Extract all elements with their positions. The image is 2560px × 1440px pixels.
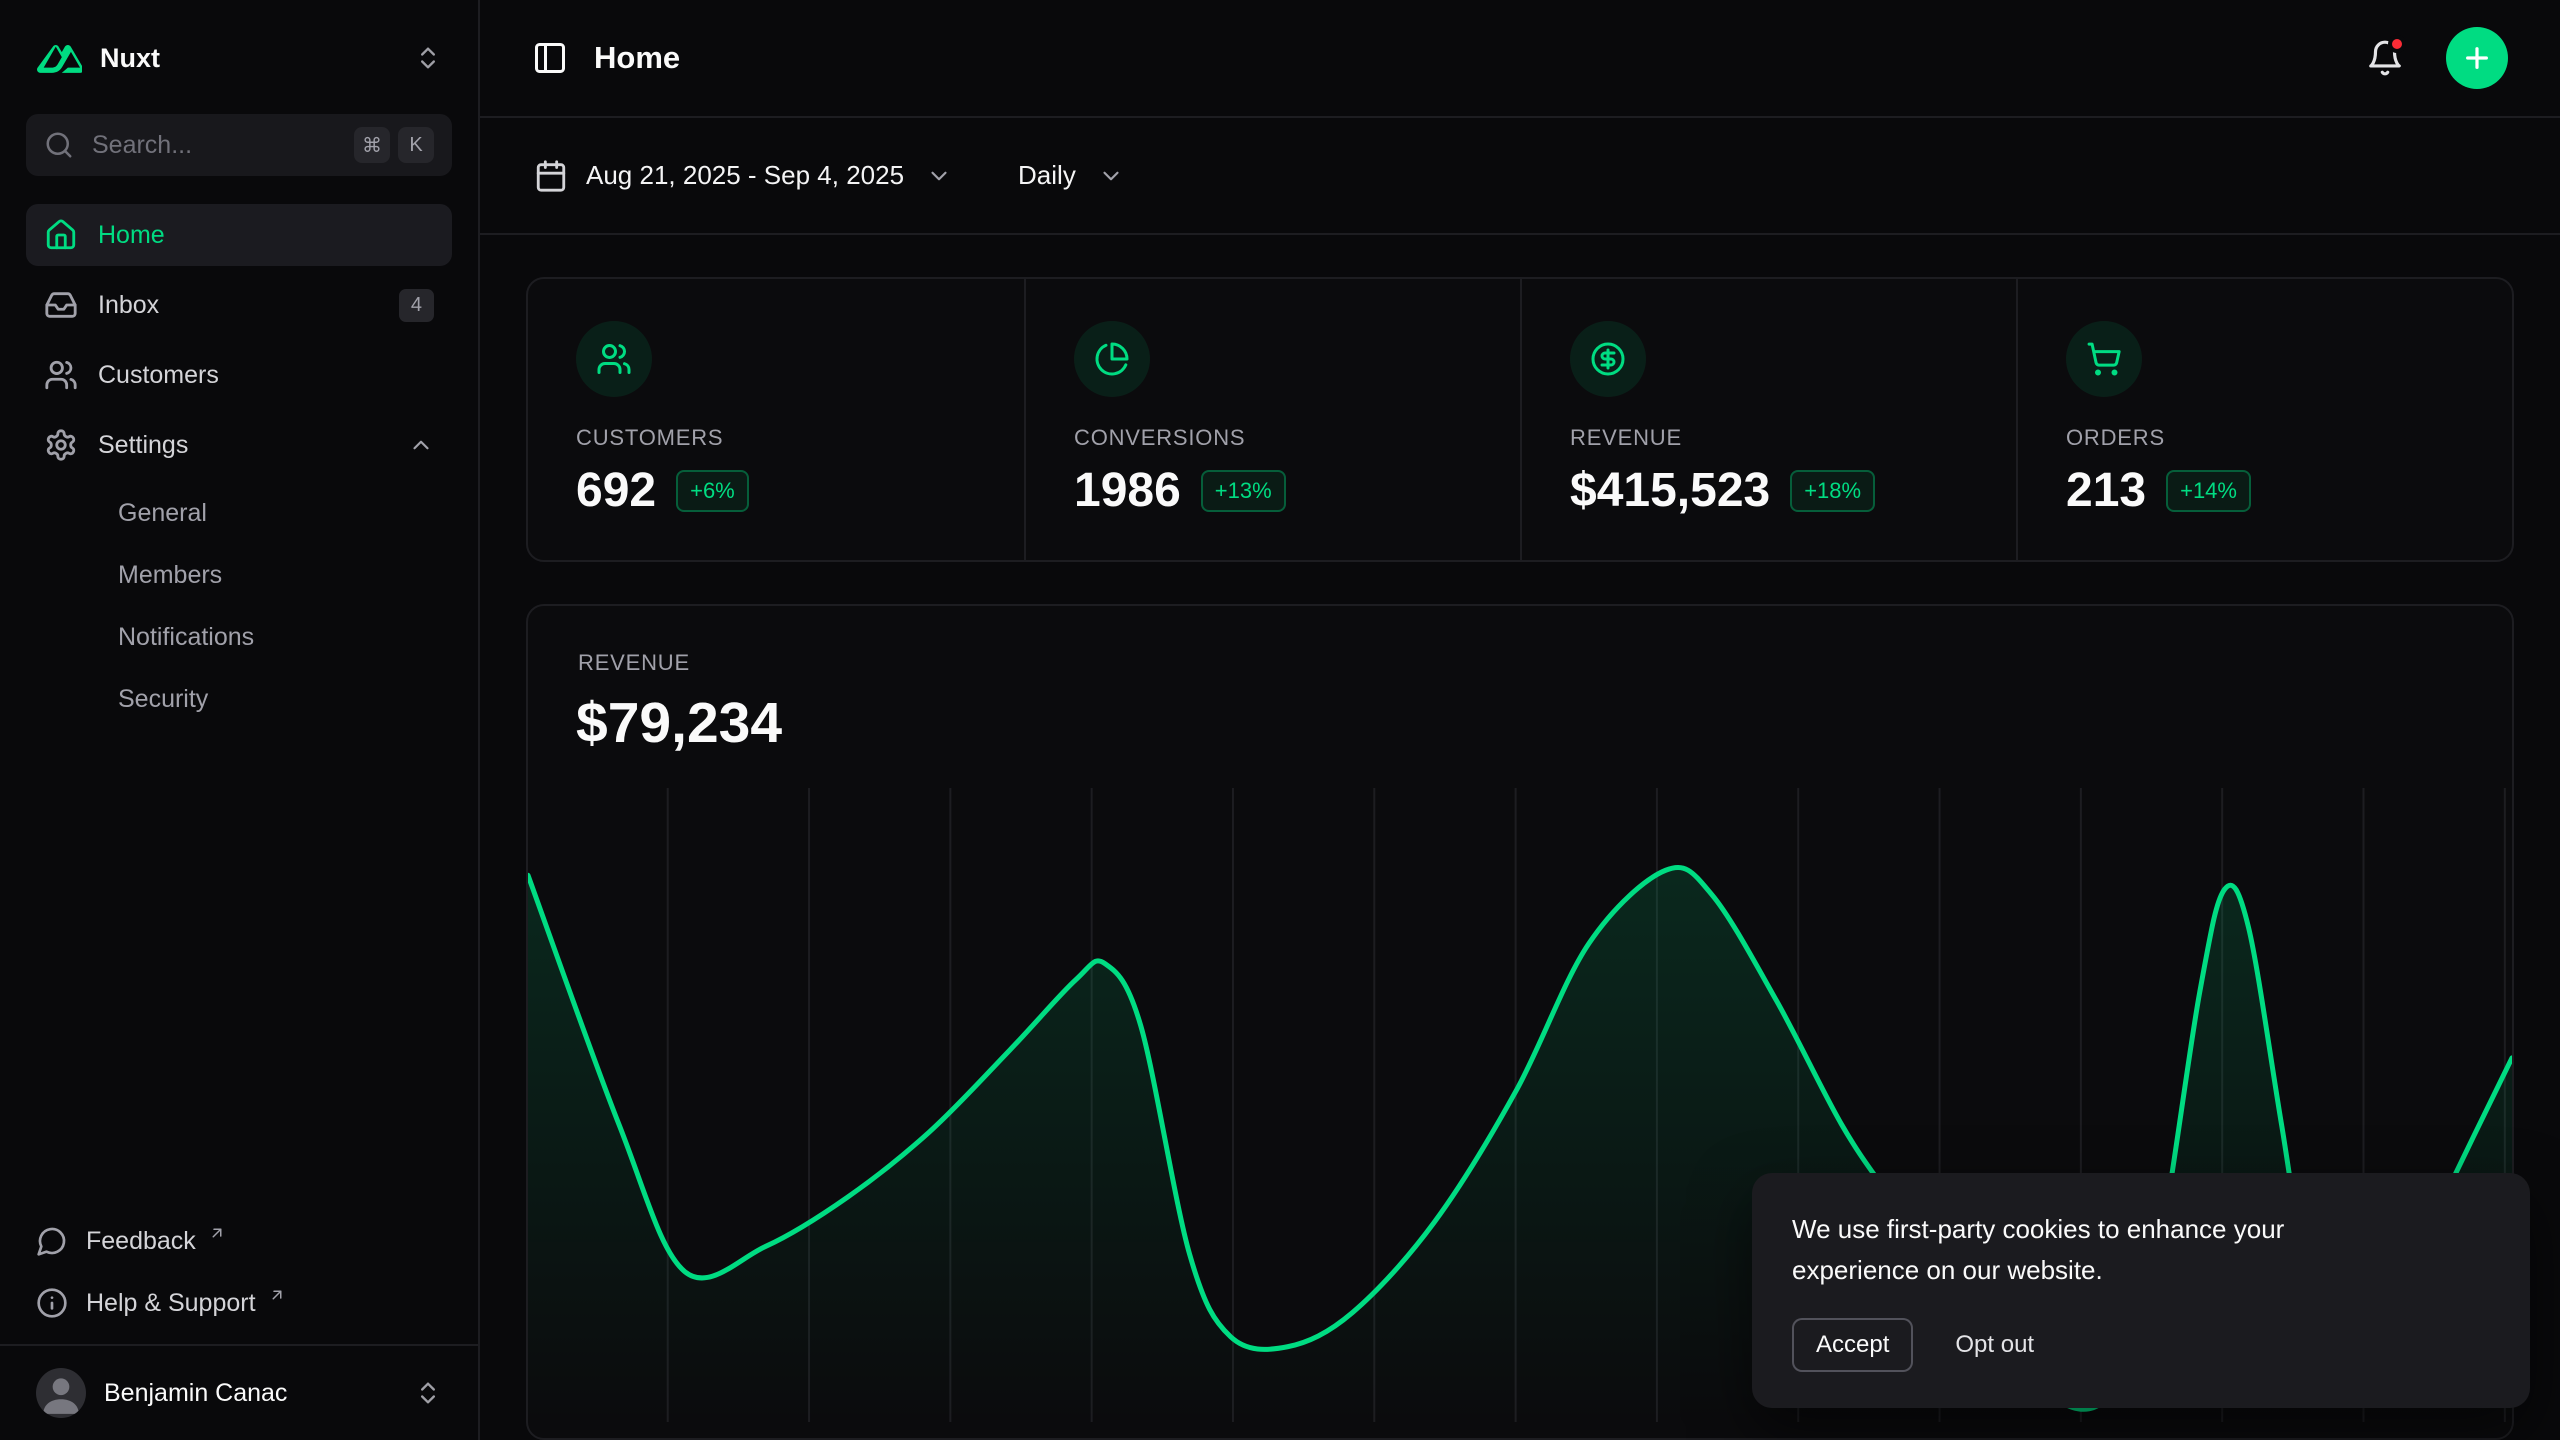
sidebar: Nuxt Search... ⌘ K Home [0, 0, 480, 1440]
stat-value: 213 [2066, 463, 2146, 518]
stat-delta-badge: +13% [1201, 470, 1286, 512]
stat-delta-badge: +6% [676, 470, 749, 512]
optout-cookies-button[interactable]: Opt out [1955, 1331, 2034, 1359]
users-icon [44, 358, 78, 392]
stat-value: 1986 [1074, 463, 1181, 518]
help-support-link[interactable]: Help & Support [26, 1274, 452, 1332]
gear-icon [44, 428, 78, 462]
sidebar-item-members[interactable]: Members [26, 546, 452, 604]
info-circle-icon [36, 1287, 68, 1319]
cookie-actions: Accept Opt out [1792, 1318, 2490, 1372]
stat-delta-badge: +14% [2166, 470, 2251, 512]
user-menu[interactable]: Benjamin Canac [0, 1344, 478, 1440]
feedback-link[interactable]: Feedback [26, 1212, 452, 1270]
users-icon [576, 321, 652, 397]
cookie-banner: We use first-party cookies to enhance yo… [1752, 1173, 2530, 1408]
page-header: Home [480, 0, 2560, 118]
stat-value: 692 [576, 463, 656, 518]
sidebar-item-security[interactable]: Security [26, 670, 452, 728]
chevron-down-icon [1098, 163, 1124, 189]
sidebar-item-home[interactable]: Home [26, 204, 452, 266]
stat-card-orders[interactable]: ORDERS 213 +14% [2016, 279, 2512, 560]
sidebar-item-label: Home [98, 221, 165, 250]
stat-label: CONVERSIONS [1074, 425, 1472, 451]
sidebar-toggle-button[interactable] [532, 40, 568, 76]
sidebar-item-general[interactable]: General [26, 484, 452, 542]
date-range-value: Aug 21, 2025 - Sep 4, 2025 [586, 160, 904, 191]
stat-delta-badge: +18% [1790, 470, 1875, 512]
kbd-meta: ⌘ [354, 127, 390, 163]
period-value: Daily [1018, 160, 1076, 191]
workspace-switcher[interactable]: Nuxt [26, 26, 452, 90]
chevron-up-icon [408, 432, 434, 458]
circle-dollar-icon [1570, 321, 1646, 397]
sidebar-item-customers[interactable]: Customers [26, 344, 452, 406]
revenue-chart-label: REVENUE [528, 650, 2512, 676]
inbox-icon [44, 288, 78, 322]
sidebar-nav: Home Inbox 4 Customers Sett [26, 204, 452, 728]
chevron-down-icon [926, 163, 952, 189]
stat-card-customers[interactable]: CUSTOMERS 692 +6% [528, 279, 1024, 560]
revenue-chart-value: $79,234 [528, 690, 2512, 756]
house-icon [44, 218, 78, 252]
stat-label: CUSTOMERS [576, 425, 976, 451]
add-button[interactable] [2446, 27, 2508, 89]
message-bubble-icon [36, 1225, 68, 1257]
accept-cookies-button[interactable]: Accept [1792, 1318, 1913, 1372]
stat-label: REVENUE [1570, 425, 1968, 451]
search-icon [44, 130, 74, 160]
period-select[interactable]: Daily [1018, 160, 1124, 191]
sidebar-item-settings[interactable]: Settings [26, 414, 452, 476]
chevrons-up-down-icon [414, 44, 442, 72]
settings-subnav: General Members Notifications Security [26, 484, 452, 728]
cookie-message: We use first-party cookies to enhance yo… [1792, 1209, 2412, 1290]
nuxt-logo-icon [36, 43, 82, 73]
date-range-picker[interactable]: Aug 21, 2025 - Sep 4, 2025 [534, 159, 952, 193]
user-name: Benjamin Canac [104, 1379, 287, 1408]
sidebar-item-label: Settings [98, 431, 188, 460]
stat-value: $415,523 [1570, 463, 1770, 518]
help-support-label: Help & Support [86, 1289, 256, 1318]
page-title: Home [594, 40, 680, 76]
search-placeholder: Search... [92, 131, 192, 160]
avatar [36, 1368, 86, 1418]
header-actions [2366, 27, 2508, 89]
chevrons-up-down-icon [414, 1379, 442, 1407]
sidebar-item-label: Customers [98, 361, 219, 390]
notifications-button[interactable] [2366, 39, 2404, 77]
inbox-count-badge: 4 [399, 289, 434, 322]
external-link-icon [268, 1286, 286, 1304]
filters-toolbar: Aug 21, 2025 - Sep 4, 2025 Daily [480, 118, 2560, 235]
sidebar-item-notifications[interactable]: Notifications [26, 608, 452, 666]
stats-row: CUSTOMERS 692 +6% CONVERSIONS 1986 +13% [526, 277, 2514, 562]
external-link-icon [208, 1224, 226, 1242]
sidebar-item-inbox[interactable]: Inbox 4 [26, 274, 452, 336]
search-input[interactable]: Search... ⌘ K [26, 114, 452, 176]
notification-dot [2388, 35, 2406, 53]
search-shortcut: ⌘ K [354, 127, 434, 163]
kbd-k: K [398, 127, 434, 163]
stat-label: ORDERS [2066, 425, 2464, 451]
stat-card-conversions[interactable]: CONVERSIONS 1986 +13% [1024, 279, 1520, 560]
shopping-cart-icon [2066, 321, 2142, 397]
stat-card-revenue[interactable]: REVENUE $415,523 +18% [1520, 279, 2016, 560]
sidebar-item-label: Inbox [98, 291, 159, 320]
feedback-label: Feedback [86, 1227, 196, 1256]
chart-pie-icon [1074, 321, 1150, 397]
sidebar-footer: Feedback Help & Support [26, 1212, 452, 1344]
workspace-name: Nuxt [100, 43, 160, 74]
calendar-icon [534, 159, 568, 193]
